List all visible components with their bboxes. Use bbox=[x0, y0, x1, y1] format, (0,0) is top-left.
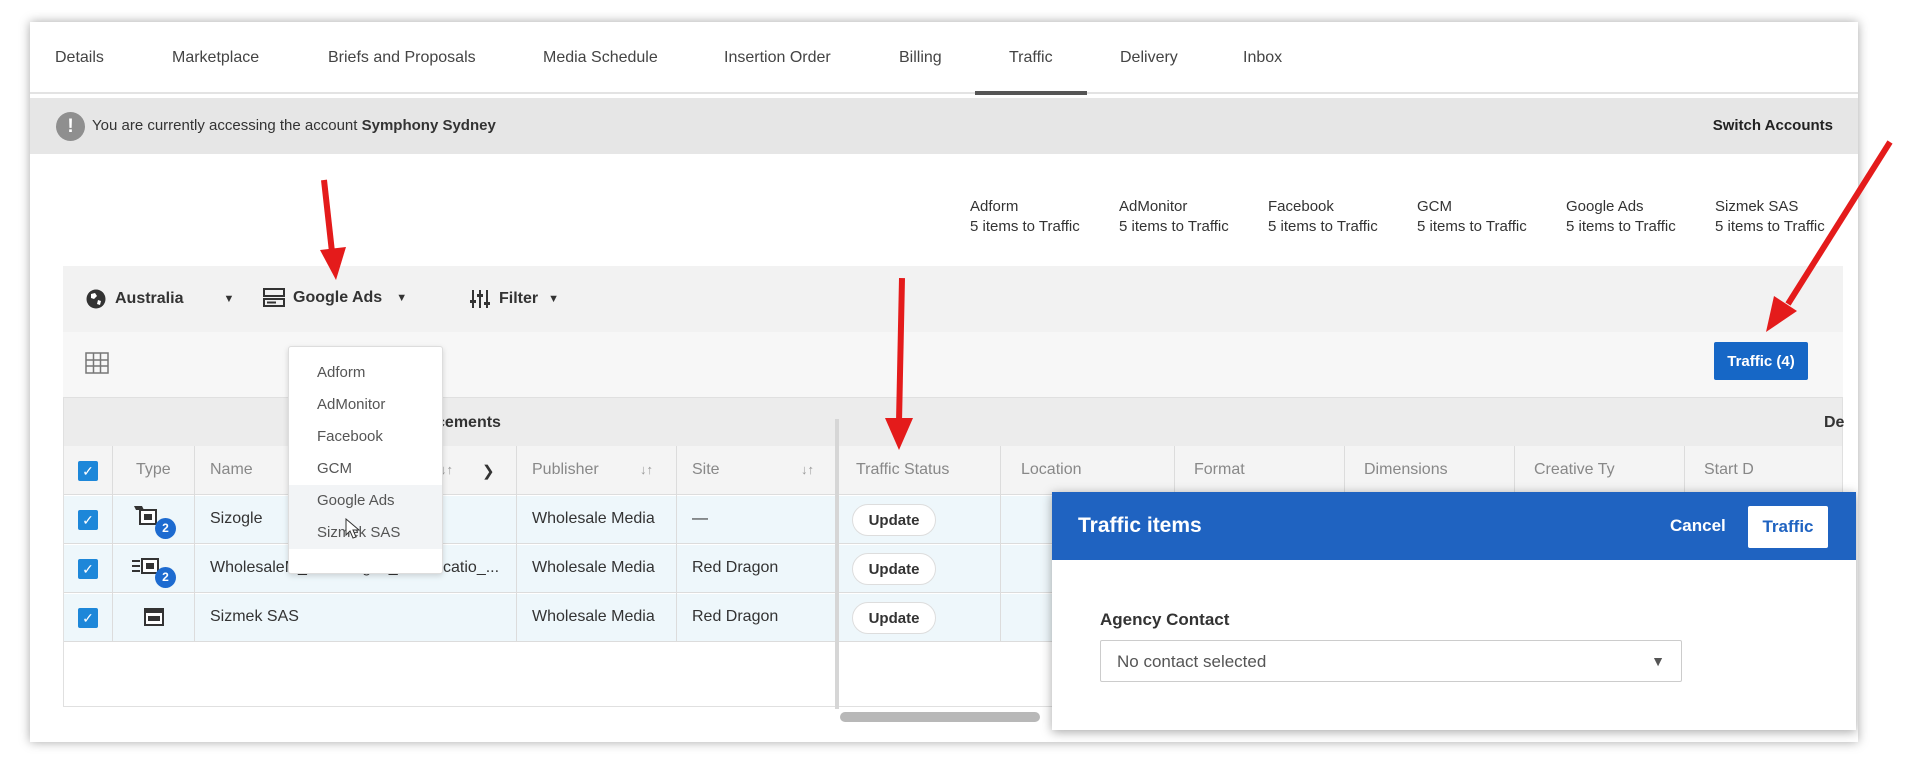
annotation-arrows bbox=[320, 140, 1893, 450]
annotation-arrow bbox=[885, 277, 913, 450]
annotation-arrow bbox=[1766, 140, 1893, 332]
mouse-cursor-icon bbox=[345, 518, 361, 539]
annotation-arrow bbox=[320, 179, 346, 280]
